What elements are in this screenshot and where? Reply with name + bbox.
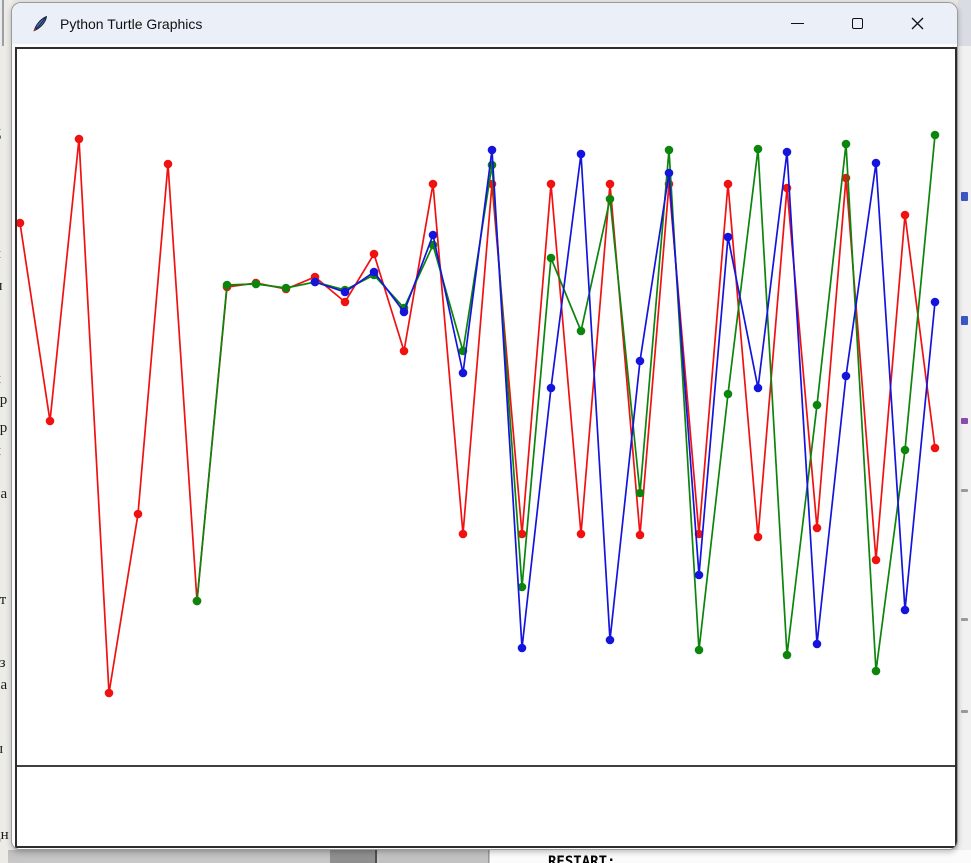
data-point-green (665, 146, 674, 155)
data-point-blue (813, 640, 822, 649)
data-point-red (134, 510, 143, 519)
taskbar-segment (330, 850, 377, 863)
tk-feather-icon (31, 15, 49, 33)
data-point-blue (901, 606, 910, 615)
data-point-blue (695, 571, 704, 580)
data-point-blue (606, 636, 615, 645)
series-line-red (20, 139, 935, 693)
right-edge-top (958, 0, 971, 46)
data-point-blue (842, 372, 851, 381)
window-controls (767, 3, 947, 44)
right-edge-mark (961, 489, 968, 492)
window-edge-segment (379, 850, 489, 863)
data-point-green (872, 667, 881, 676)
data-point-blue (931, 298, 940, 307)
close-icon (911, 17, 924, 30)
data-point-red (459, 530, 468, 539)
right-edge-mark (961, 316, 968, 325)
right-edge-mark (961, 192, 968, 201)
data-point-green (193, 597, 202, 606)
data-point-green (842, 140, 851, 149)
data-point-green (901, 446, 910, 455)
right-edge-mark (961, 618, 968, 621)
data-point-red (370, 250, 379, 259)
data-point-green (636, 489, 645, 498)
maximize-button[interactable] (827, 3, 887, 44)
data-point-blue (547, 384, 556, 393)
close-button[interactable] (887, 3, 947, 44)
data-point-red (872, 556, 881, 565)
data-point-blue (754, 384, 763, 393)
shell-restart-text: RESTART: (548, 854, 615, 863)
data-point-green (252, 280, 261, 289)
turtle-graphics-window: Python Turtle Graphics (11, 2, 958, 850)
right-edge-mark (961, 710, 968, 713)
data-point-green (783, 651, 792, 660)
data-point-blue (311, 278, 320, 287)
titlebar[interactable]: Python Turtle Graphics (12, 3, 957, 44)
data-point-red (400, 347, 409, 356)
left-edge-divider (2, 0, 4, 46)
data-point-red (547, 180, 556, 189)
data-point-green (931, 131, 940, 140)
data-point-red (105, 689, 114, 698)
data-point-red (754, 533, 763, 542)
data-point-blue (400, 308, 409, 317)
idle-shell-sliver: RESTART: (490, 850, 971, 863)
data-point-red (813, 524, 822, 533)
data-point-blue (577, 150, 586, 159)
data-point-blue (518, 644, 527, 653)
right-edge-strip (958, 0, 971, 863)
data-point-red (429, 180, 438, 189)
data-point-red (46, 417, 55, 426)
data-point-green (577, 327, 586, 336)
data-point-red (75, 135, 84, 144)
data-point-blue (341, 288, 350, 297)
bottom-background-strip: RESTART: (8, 850, 971, 863)
data-point-green (606, 195, 615, 204)
window-title: Python Turtle Graphics (60, 16, 202, 32)
maximize-icon (852, 18, 863, 29)
data-point-green (695, 646, 704, 655)
chart-svg (17, 49, 955, 846)
data-point-blue (665, 169, 674, 178)
data-point-green (223, 281, 232, 290)
series-line-green (197, 135, 935, 671)
minimize-icon (791, 23, 804, 24)
data-point-red (17, 219, 24, 228)
data-point-blue (459, 369, 468, 378)
right-edge-mark (961, 418, 968, 424)
data-point-red (901, 211, 910, 220)
data-point-green (282, 284, 291, 293)
data-point-blue (872, 159, 881, 168)
data-point-blue (724, 233, 733, 242)
data-point-blue (488, 146, 497, 155)
data-point-red (164, 160, 173, 169)
data-point-red (341, 298, 350, 307)
data-point-green (547, 254, 556, 263)
data-point-red (606, 180, 615, 189)
data-point-blue (783, 148, 792, 157)
data-point-green (813, 401, 822, 410)
data-point-red (636, 531, 645, 540)
data-point-green (724, 390, 733, 399)
data-point-blue (636, 357, 645, 366)
data-point-red (577, 530, 586, 539)
data-point-red (724, 180, 733, 189)
data-point-green (754, 145, 763, 154)
data-point-blue (429, 231, 438, 240)
data-point-red (931, 444, 940, 453)
data-point-blue (370, 268, 379, 277)
turtle-canvas[interactable] (15, 47, 957, 848)
minimize-button[interactable] (767, 3, 827, 44)
